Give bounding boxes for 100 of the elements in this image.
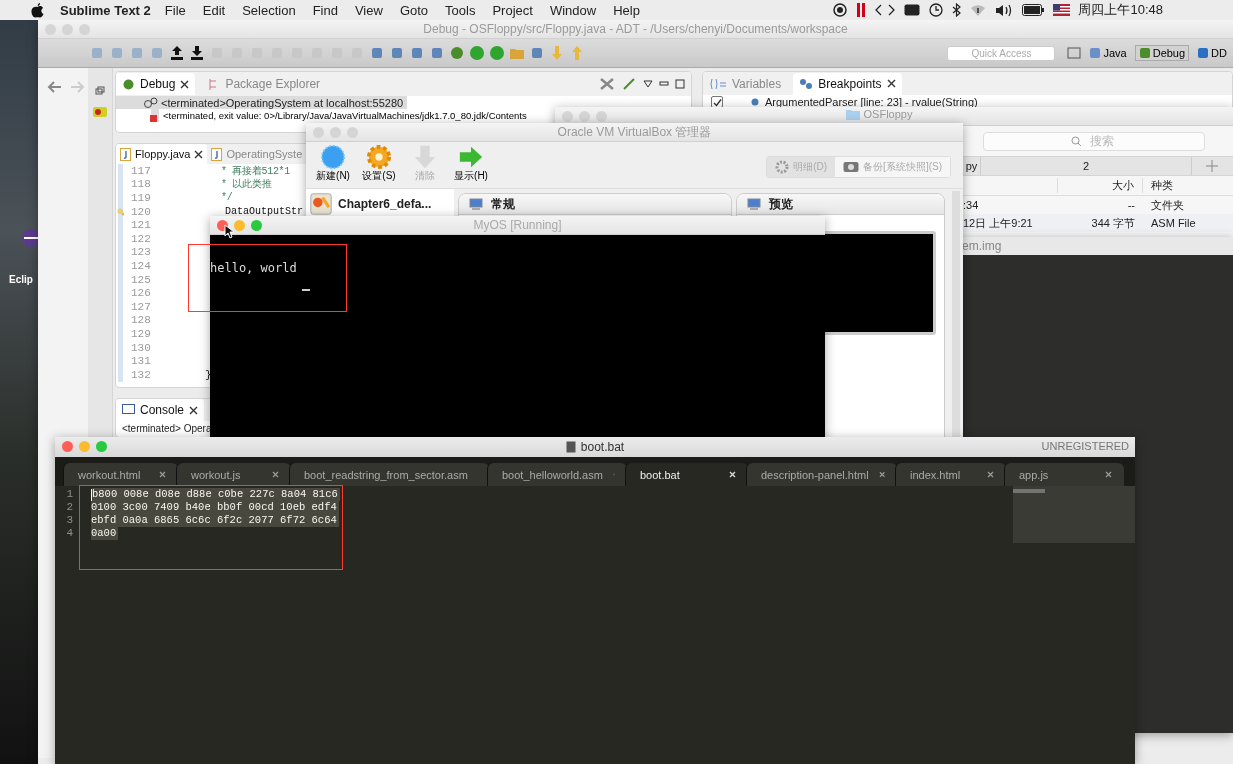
java-file-icon <box>120 147 131 161</box>
upload-icon[interactable] <box>169 45 185 61</box>
view-tab[interactable]: Debug <box>116 73 196 95</box>
view-tab[interactable]: Console <box>116 399 205 421</box>
menu-item[interactable]: Edit <box>202 2 226 18</box>
debug-tree-item[interactable]: <terminated>OperatingSystem at localhost:55280 <box>116 96 408 109</box>
window-zoom-button[interactable] <box>96 441 107 452</box>
panel-title: 预览 <box>769 195 793 213</box>
license-status: UNREGISTERED <box>1041 440 1129 452</box>
open-perspective-icon[interactable] <box>1067 46 1082 60</box>
text-cursor <box>302 289 310 291</box>
file-tab[interactable]: workout.js <box>176 463 291 486</box>
clock-icon[interactable] <box>929 3 944 17</box>
starburst-icon <box>320 144 346 170</box>
screen-text: hello, world <box>210 261 297 275</box>
toolbar-button[interactable]: 显示(H) <box>450 144 492 184</box>
menu-item[interactable]: View <box>354 2 383 18</box>
toolbar-button[interactable]: 设置(S) <box>358 144 400 184</box>
file-tab[interactable]: boot.bat <box>625 463 748 486</box>
line-number: 127 <box>131 300 152 313</box>
back-arrow-icon[interactable] <box>46 80 62 94</box>
file-tab[interactable]: app.js <box>1004 463 1124 486</box>
keyboard-icon[interactable] <box>904 4 921 16</box>
code-icon[interactable] <box>875 4 896 16</box>
line-number: 123 <box>131 246 152 259</box>
perspective-button[interactable]: Java <box>1085 45 1131 61</box>
menu-item[interactable]: Window <box>549 2 597 18</box>
window-title: boot.bat <box>580 440 625 454</box>
toolbar-button[interactable]: 新建(N) <box>312 144 354 184</box>
gears-icon <box>144 96 158 109</box>
battery-icon[interactable] <box>1022 4 1045 16</box>
menu-item[interactable]: File <box>164 2 186 18</box>
file-tab[interactable]: boot_readstring_from_sector.asm <box>289 463 489 486</box>
desktop-icon-label[interactable]: Eclip <box>9 274 33 285</box>
line-number: 132 <box>131 368 152 381</box>
view-tab[interactable]: Breakpoints <box>793 72 902 95</box>
scrollbar[interactable] <box>952 191 960 437</box>
variables-icon <box>709 77 727 90</box>
window-minimize-button[interactable] <box>79 441 90 452</box>
arrow-right-icon <box>458 144 484 170</box>
line-number: 122 <box>131 232 152 245</box>
bluetooth-icon[interactable] <box>952 3 962 17</box>
vm-list-item[interactable]: Chapter6_defa... <box>306 193 454 215</box>
menu-item[interactable]: Find <box>312 2 338 18</box>
vm-icon <box>310 193 332 215</box>
checkbox[interactable] <box>711 96 723 108</box>
app-name-menu[interactable]: Sublime Text 2 <box>60 2 151 18</box>
line-number: 2 <box>66 501 73 514</box>
search-field[interactable]: 搜索 <box>983 131 1205 151</box>
perspective-icon <box>1138 47 1151 59</box>
maximize-icon[interactable] <box>675 79 685 89</box>
window-minimize-button[interactable] <box>234 220 245 231</box>
view-menu-icon[interactable] <box>643 80 653 88</box>
line-number: 118 <box>131 178 152 191</box>
breakpoint-warning-icon[interactable] <box>117 206 125 217</box>
menu-item[interactable]: Project <box>492 2 533 18</box>
java-file-icon <box>211 147 223 161</box>
monitor-icon <box>469 197 483 211</box>
download-icon[interactable] <box>189 45 205 61</box>
camera-icon <box>843 161 860 173</box>
flag-icon[interactable] <box>1053 4 1071 16</box>
record-icon[interactable] <box>833 3 848 17</box>
finder-tab[interactable]: 2 <box>981 157 1192 175</box>
line-number: 124 <box>131 259 152 272</box>
line-number: 3 <box>66 514 73 527</box>
kind-cell-text: 文件夹 <box>1150 197 1185 213</box>
editor-tab[interactable]: Floppy.java <box>116 144 208 164</box>
window-minimize-button[interactable] <box>579 111 590 122</box>
debug-tree-item[interactable]: <terminated, exit value: 0>/Library/Java/JavaVirtualMachines/jdk1.7.0_80.jdk/Contents <box>116 109 531 122</box>
column-header[interactable]: 种类 <box>1143 178 1233 193</box>
menu-item[interactable]: Help <box>613 2 640 18</box>
quick-access-field[interactable]: Quick Access <box>947 45 1056 61</box>
forward-arrow-icon[interactable] <box>70 80 86 94</box>
menu-item[interactable]: Tools <box>445 2 476 18</box>
file-tab[interactable]: description-panel.html <box>746 463 897 486</box>
perspective-button[interactable]: Debug <box>1134 45 1190 61</box>
file-tab[interactable]: boot_helloworld.asm <box>487 463 627 486</box>
volume-icon[interactable] <box>995 3 1014 17</box>
breakpoint-label[interactable]: ArgumentedParser [line: 23] - rvalue(String) <box>765 96 978 108</box>
window-zoom-button[interactable] <box>596 111 607 122</box>
menu-item[interactable]: Selection <box>242 2 296 18</box>
file-row[interactable]: 12日 上午9:21 344 字节 ASM File <box>963 214 1233 232</box>
restore-icon[interactable] <box>95 86 105 96</box>
file-row[interactable]: :34 -- 文件夹 <box>963 196 1233 214</box>
column-header[interactable]: 大小 <box>1057 178 1143 193</box>
add-tab-icon[interactable] <box>1206 160 1218 172</box>
window-title: Oracle VM VirtualBox 管理器 <box>557 123 712 141</box>
wifi-icon[interactable] <box>970 3 987 17</box>
perspective-icon <box>1197 47 1210 59</box>
line-number: 128 <box>131 314 152 327</box>
date-cell-text: :34 <box>963 199 980 211</box>
perspective-button[interactable]: DD <box>1193 45 1231 61</box>
window-zoom-button[interactable] <box>251 220 262 231</box>
line-number: 4 <box>66 527 73 540</box>
apple-icon[interactable] <box>31 2 44 18</box>
minimize-icon[interactable] <box>659 81 669 87</box>
menu-item[interactable]: Goto <box>399 2 429 18</box>
file-tab[interactable]: index.html <box>895 463 1006 486</box>
menu-bar-clock[interactable]: 周四上午10:48 <box>1078 1 1163 19</box>
file-tab[interactable]: workout.html <box>63 463 178 486</box>
